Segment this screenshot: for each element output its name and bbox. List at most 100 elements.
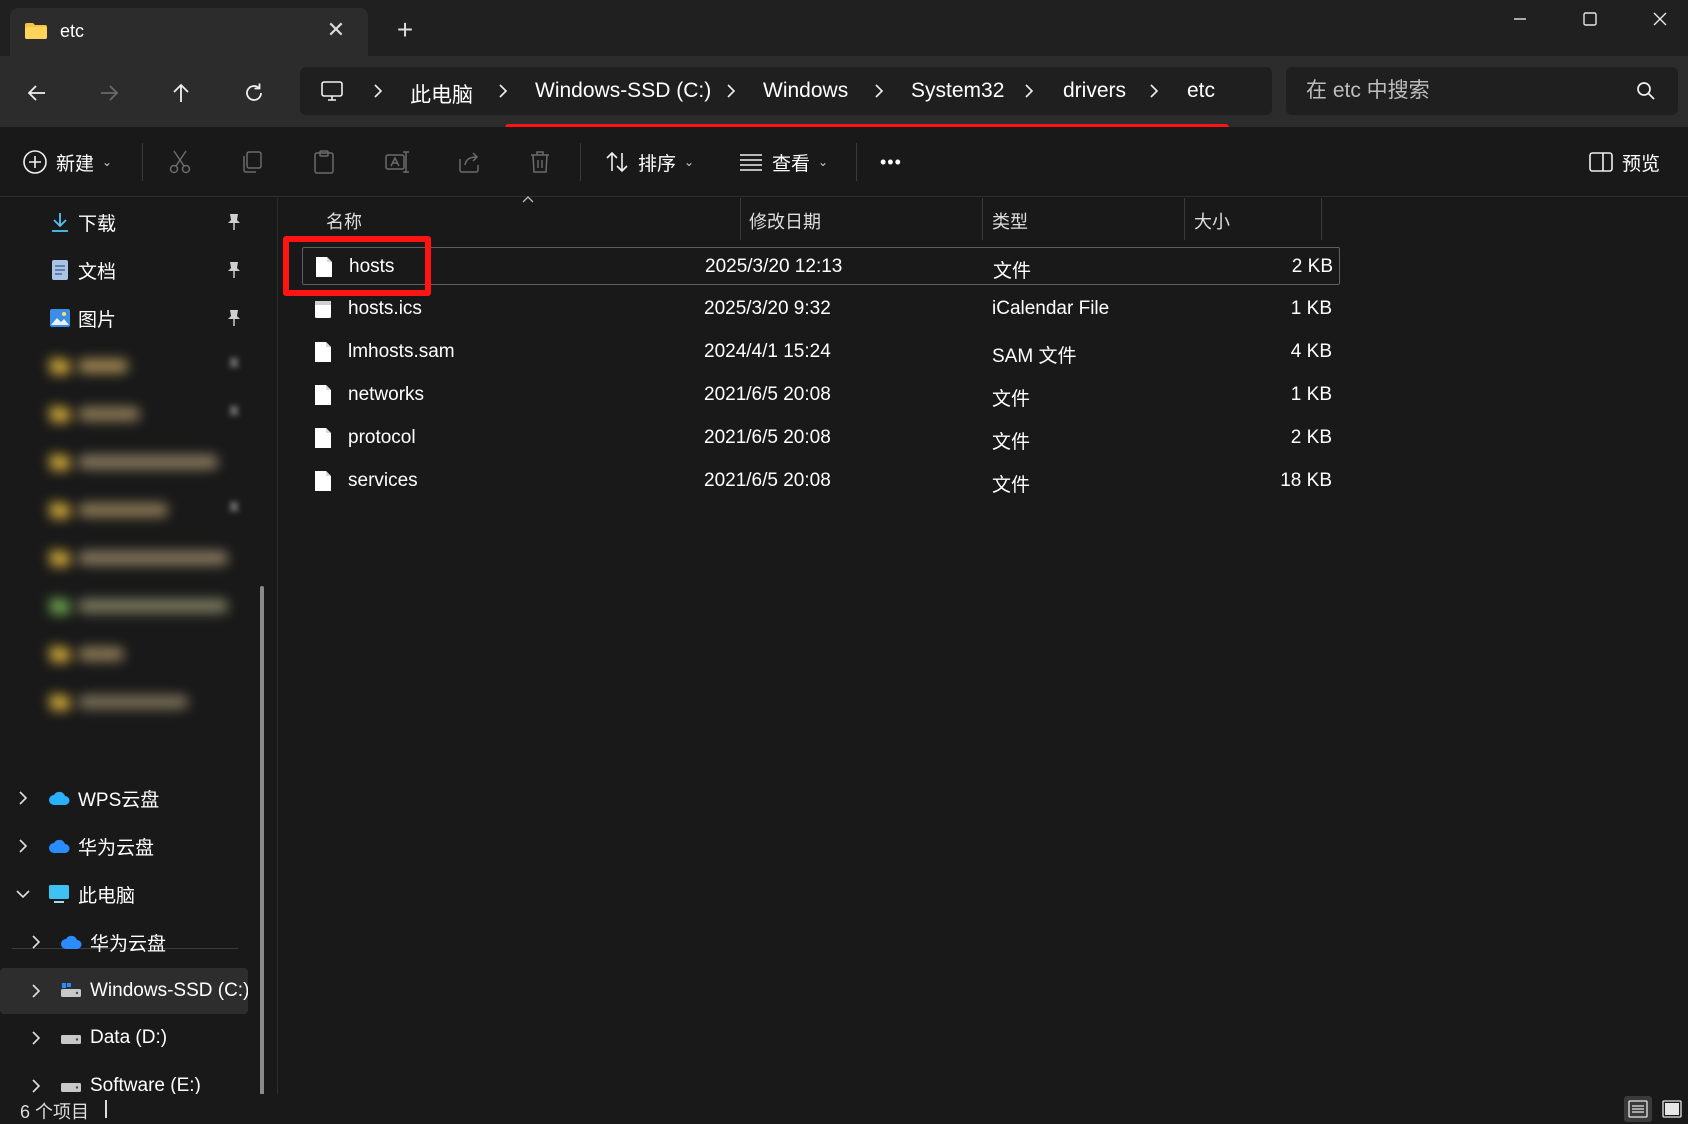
sidebar-item-label: Data (D:) xyxy=(90,1027,168,1048)
sidebar-item-blurred-folder[interactable] xyxy=(0,440,252,484)
title-bar: etc ✕ + xyxy=(0,0,1688,56)
file-icon xyxy=(315,342,331,362)
back-button[interactable] xyxy=(18,74,56,112)
search-input[interactable] xyxy=(1286,67,1626,115)
sidebar-item-blurred-folder[interactable] xyxy=(0,488,252,532)
sidebar-item-this-pc[interactable]: 此电脑 xyxy=(0,872,252,916)
sidebar-item-blurred-folder[interactable] xyxy=(0,632,252,676)
file-date: 2024/4/1 15:24 xyxy=(704,341,831,362)
command-bar: 新建 ⌄ 排序 ⌄ 查看 ⌄ ••• 预览 xyxy=(0,127,1688,197)
cloud-icon xyxy=(49,839,70,853)
maximize-button[interactable] xyxy=(1570,4,1610,34)
sidebar-item-pictures[interactable]: 图片 xyxy=(0,296,252,340)
new-button[interactable]: 新建 ⌄ xyxy=(22,144,112,180)
delete-button[interactable] xyxy=(528,144,552,180)
sidebar-item-drive-d[interactable]: Data (D:) xyxy=(0,1016,252,1060)
file-row-lmhosts-sam[interactable]: lmhosts.sam 2024/4/1 15:24 SAM 文件 4 KB xyxy=(302,333,1340,371)
blurred-label xyxy=(78,359,128,373)
cut-button[interactable] xyxy=(168,144,192,180)
more-options-button[interactable]: ••• xyxy=(880,144,902,180)
search-box[interactable] xyxy=(1286,67,1678,115)
sidebar-item-documents[interactable]: 文档 xyxy=(0,248,252,292)
computer-icon xyxy=(49,885,69,903)
preview-pane-label: 预览 xyxy=(1622,153,1661,175)
share-button[interactable] xyxy=(456,144,482,180)
new-button-label: 新建 xyxy=(56,153,95,175)
copy-button[interactable] xyxy=(240,144,264,180)
chevron-right-icon[interactable] xyxy=(27,1077,45,1095)
search-icon[interactable] xyxy=(1635,80,1657,102)
sidebar-item-drive-c[interactable]: Windows-SSD (C:) xyxy=(0,968,248,1014)
breadcrumb-windows[interactable]: Windows xyxy=(763,79,848,103)
file-name: hosts.ics xyxy=(348,298,422,319)
paste-button[interactable] xyxy=(312,144,336,180)
chevron-down-icon: ⌄ xyxy=(818,155,829,169)
pin-icon[interactable] xyxy=(226,501,242,519)
close-icon xyxy=(1653,12,1667,26)
new-tab-button[interactable]: + xyxy=(390,16,420,46)
sidebar-item-wps-cloud[interactable]: WPS云盘 xyxy=(0,776,252,820)
tab-etc[interactable]: etc ✕ xyxy=(10,8,368,56)
sidebar-item-huawei-cloud[interactable]: 华为云盘 xyxy=(0,824,252,868)
toolbar-divider xyxy=(142,143,143,181)
column-header-size[interactable]: 大小 xyxy=(1194,208,1230,234)
file-row-protocol[interactable]: protocol 2021/6/5 20:08 文件 2 KB xyxy=(302,419,1340,457)
file-row-services[interactable]: services 2021/6/5 20:08 文件 18 KB xyxy=(302,462,1340,500)
sidebar-item-blurred-folder[interactable] xyxy=(0,536,252,580)
minimize-button[interactable] xyxy=(1500,4,1540,34)
chevron-right-icon[interactable] xyxy=(14,789,32,807)
chevron-right-icon[interactable] xyxy=(27,982,45,1000)
sort-button[interactable]: 排序 ⌄ xyxy=(604,144,694,180)
sidebar-item-blurred-folder[interactable] xyxy=(0,344,252,388)
pin-icon[interactable] xyxy=(226,261,242,279)
column-header-date[interactable]: 修改日期 xyxy=(749,208,821,234)
column-divider[interactable] xyxy=(1184,198,1185,240)
forward-button[interactable] xyxy=(90,74,128,112)
sidebar-item-blurred-folder[interactable] xyxy=(0,680,252,724)
details-view-button[interactable] xyxy=(1624,1096,1652,1122)
address-bar[interactable]: 此电脑 Windows-SSD (C:) Windows System32 dr… xyxy=(300,67,1272,131)
column-divider[interactable] xyxy=(740,198,741,240)
share-icon xyxy=(459,152,479,173)
file-icon xyxy=(315,471,331,491)
sidebar-item-downloads[interactable]: 下载 xyxy=(0,200,252,244)
refresh-button[interactable] xyxy=(235,74,273,112)
chevron-right-icon[interactable] xyxy=(27,933,45,951)
pin-icon[interactable] xyxy=(226,357,242,375)
column-header-type[interactable]: 类型 xyxy=(992,208,1028,234)
sidebar-item-blurred-folder[interactable] xyxy=(0,392,252,436)
breadcrumb-drive-c[interactable]: Windows-SSD (C:) xyxy=(535,79,711,103)
chevron-right-icon[interactable] xyxy=(27,1029,45,1047)
column-divider[interactable] xyxy=(982,198,983,240)
column-divider[interactable] xyxy=(1321,198,1322,240)
file-icon xyxy=(315,428,331,448)
pin-icon[interactable] xyxy=(226,309,242,327)
chevron-right-icon xyxy=(1025,84,1034,98)
breadcrumb-etc[interactable]: etc xyxy=(1187,79,1215,103)
view-button[interactable]: 查看 ⌄ xyxy=(738,144,828,180)
chevron-down-icon[interactable] xyxy=(14,885,32,903)
close-window-button[interactable] xyxy=(1640,4,1680,34)
rename-button[interactable] xyxy=(384,144,410,180)
file-row-hosts[interactable]: hosts 2025/3/20 12:13 文件 2 KB xyxy=(302,247,1340,285)
up-button[interactable] xyxy=(162,74,200,112)
tiles-view-icon xyxy=(1662,1100,1682,1118)
tiles-view-button[interactable] xyxy=(1658,1096,1686,1122)
preview-pane-button[interactable]: 预览 xyxy=(1588,144,1660,180)
breadcrumb-system32[interactable]: System32 xyxy=(911,79,1004,103)
sidebar-item-huawei-cloud-drive[interactable]: 华为云盘 xyxy=(0,920,252,964)
file-row-hosts-ics[interactable]: hosts.ics 2025/3/20 9:32 iCalendar File … xyxy=(302,290,1340,328)
file-size: 4 KB xyxy=(1290,341,1332,362)
sidebar-scrollbar[interactable] xyxy=(260,586,264,1124)
chevron-right-icon[interactable] xyxy=(14,837,32,855)
file-row-networks[interactable]: networks 2021/6/5 20:08 文件 1 KB xyxy=(302,376,1340,414)
pin-icon[interactable] xyxy=(226,405,242,423)
pin-icon[interactable] xyxy=(226,213,242,231)
column-header-name[interactable]: 名称 xyxy=(326,208,362,234)
chevron-down-icon: ⌄ xyxy=(684,155,695,169)
close-tab-icon[interactable]: ✕ xyxy=(323,17,349,43)
breadcrumb-drivers[interactable]: drivers xyxy=(1063,79,1126,103)
sidebar-item-label: 此电脑 xyxy=(78,885,136,907)
breadcrumb-this-pc[interactable]: 此电脑 xyxy=(410,79,473,109)
sidebar-item-blurred-folder[interactable] xyxy=(0,584,252,628)
